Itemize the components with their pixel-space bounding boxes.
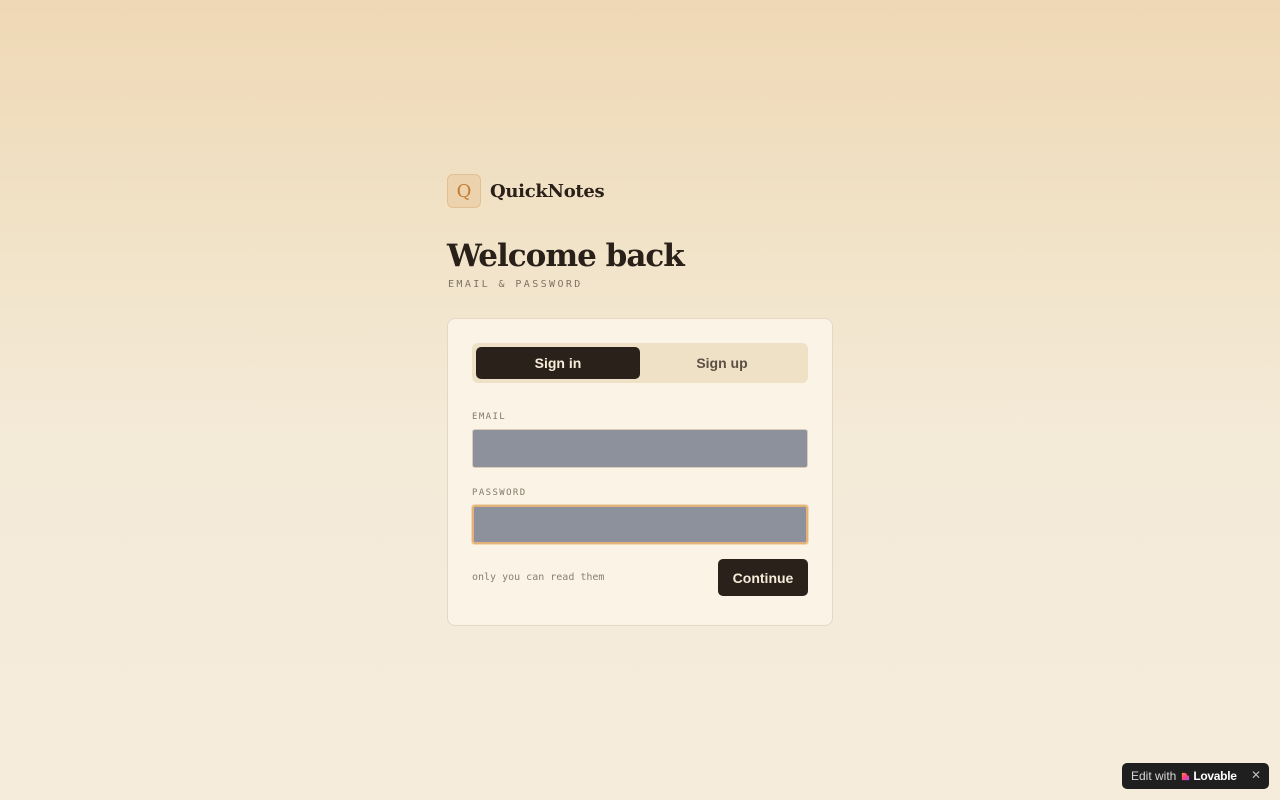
- brand-name: QuickNotes: [490, 180, 605, 202]
- continue-button[interactable]: Continue: [718, 559, 808, 596]
- form-footer: only you can read them Continue: [472, 559, 808, 596]
- brand-header: Q QuickNotes: [447, 174, 833, 208]
- close-icon[interactable]: ✕: [1251, 768, 1261, 782]
- lovable-heart-icon: [1182, 772, 1190, 780]
- email-field[interactable]: [472, 429, 808, 468]
- page-subtitle: EMAIL & PASSWORD: [448, 279, 583, 290]
- tab-sign-in[interactable]: Sign in: [476, 347, 640, 379]
- edit-with-lovable-badge[interactable]: Edit with Lovable ✕: [1122, 763, 1269, 789]
- tab-sign-up[interactable]: Sign up: [640, 347, 804, 379]
- brand-logo: Q: [447, 174, 481, 208]
- auth-container: Q QuickNotes Welcome back EMAIL & PASSWO…: [447, 174, 833, 626]
- auth-tabs: Sign in Sign up: [472, 343, 808, 383]
- badge-name: Lovable: [1193, 769, 1237, 783]
- email-label: EMAIL: [472, 412, 507, 422]
- auth-card: Sign in Sign up EMAIL PASSWORD only you …: [447, 318, 833, 626]
- password-label: PASSWORD: [472, 488, 527, 498]
- privacy-hint: only you can read them: [472, 572, 605, 583]
- page-title: Welcome back: [447, 238, 685, 274]
- badge-prefix: Edit with: [1131, 769, 1177, 783]
- password-field[interactable]: [472, 505, 808, 544]
